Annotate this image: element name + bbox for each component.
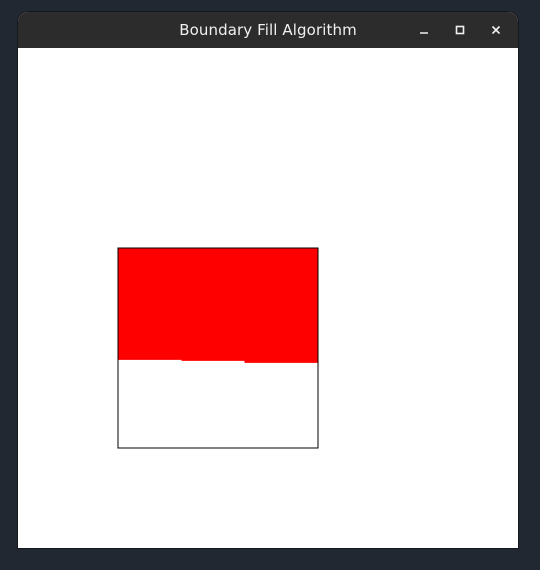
close-icon <box>491 25 501 35</box>
maximize-icon <box>455 25 465 35</box>
window-title: Boundary Fill Algorithm <box>179 21 357 39</box>
minimize-button[interactable] <box>410 16 438 44</box>
app-window: Boundary Fill Algorithm <box>18 12 518 548</box>
title-bar[interactable]: Boundary Fill Algorithm <box>18 12 518 48</box>
close-button[interactable] <box>482 16 510 44</box>
minimize-icon <box>420 32 428 34</box>
window-controls <box>410 12 510 48</box>
desktop: Boundary Fill Algorithm <box>0 0 540 570</box>
filled-region <box>118 248 318 363</box>
maximize-button[interactable] <box>446 16 474 44</box>
canvas-svg <box>117 247 319 449</box>
drawing-canvas[interactable] <box>18 48 518 548</box>
